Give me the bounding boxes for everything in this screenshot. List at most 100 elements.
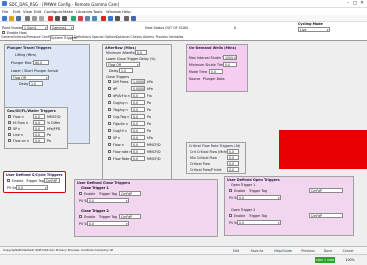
ud-open-2-pv-select[interactable]: 0.0: [237, 220, 281, 225]
af-row-7-checkbox[interactable]: [108, 122, 111, 125]
af-row-1-input[interactable]: 1.0000: [131, 79, 145, 84]
af-row-7-input[interactable]: 0.0: [131, 121, 145, 126]
gas-row-5-input[interactable]: 0.0: [33, 138, 45, 143]
plunger-max-input[interactable]: 60.0: [33, 60, 49, 65]
gas-row-4-input[interactable]: 0.0: [33, 132, 45, 137]
afterflow-delay-input[interactable]: 1.0: [119, 68, 133, 73]
menu-file[interactable]: File: [2, 9, 8, 14]
menu-view[interactable]: View: [23, 9, 32, 14]
new-icon[interactable]: [2, 16, 7, 21]
menu-edit[interactable]: Edit: [13, 9, 20, 14]
af-row-11-input[interactable]: 0.0: [131, 149, 145, 154]
ud-stop-enable-checkbox[interactable]: [7, 179, 10, 182]
refresh-icon[interactable]: [108, 16, 113, 21]
point-type-select[interactable]: Gamma1: [50, 25, 74, 30]
gas-row-5-checkbox[interactable]: [8, 139, 11, 142]
ud-close-1-pv-select[interactable]: 0.0: [87, 198, 129, 203]
af-row-10-checkbox[interactable]: [108, 143, 111, 146]
menu-tools[interactable]: Tools: [93, 9, 102, 14]
redo-icon[interactable]: [62, 16, 67, 21]
afterflow-min-input[interactable]: 0.0: [135, 50, 147, 55]
af-row-5-checkbox[interactable]: [108, 108, 111, 111]
af-row-6-input[interactable]: 0.0: [131, 114, 145, 119]
ud-stop-pv-select[interactable]: 0.0: [16, 185, 48, 190]
af-row-9-checkbox[interactable]: [108, 136, 111, 139]
ud-open-2-tag-input[interactable]: CmFdP: [309, 213, 343, 218]
af-row-12-input[interactable]: 0.0: [131, 156, 145, 161]
gas-row-3-checkbox[interactable]: [8, 127, 11, 130]
ud-close-1-tag-input[interactable]: CmFdP: [119, 191, 141, 196]
gas-row-2-checkbox[interactable]: [8, 121, 11, 124]
af-row-6-checkbox[interactable]: [108, 115, 111, 118]
stop-icon[interactable]: [101, 16, 106, 21]
close-button[interactable]: ✕: [359, 1, 365, 6]
maximize-button[interactable]: □: [352, 1, 358, 6]
af-row-12-checkbox[interactable]: [108, 157, 111, 160]
cf-row-1-input[interactable]: 0.0: [227, 149, 239, 154]
gas-row-1-checkbox[interactable]: [8, 115, 11, 118]
af-row-2-checkbox[interactable]: [108, 87, 111, 90]
ud-close-2-checkbox[interactable]: [79, 215, 82, 218]
af-row-8-input[interactable]: 0.0: [131, 128, 145, 133]
done-button[interactable]: Done: [321, 249, 335, 254]
edit-button[interactable]: Edit: [230, 249, 242, 254]
gas-row-4-checkbox[interactable]: [8, 133, 11, 136]
plunger-delay-input[interactable]: 1.0: [29, 81, 43, 86]
save-as-button[interactable]: Save As: [247, 249, 267, 254]
help-icon[interactable]: [131, 16, 136, 21]
disconnect-icon[interactable]: [78, 16, 83, 21]
gas-row-3-input[interactable]: 0.0: [33, 126, 45, 131]
af-row-4-input[interactable]: 0.0: [131, 100, 145, 105]
ud-open-1-pv-select[interactable]: 0.0: [237, 195, 281, 200]
afterflow-state-select[interactable]: Flow Off: [106, 62, 140, 67]
cf-row-2-input[interactable]: 0.0: [227, 155, 239, 160]
menu-make[interactable]: Make: [63, 9, 73, 14]
open-icon[interactable]: [9, 16, 14, 21]
af-row-1-checkbox[interactable]: [108, 80, 111, 83]
af-row-3-checkbox[interactable]: [108, 94, 111, 97]
menu-libraries[interactable]: Libraries: [76, 9, 92, 14]
previous-button[interactable]: Previous: [298, 249, 318, 254]
cut-icon[interactable]: [25, 16, 30, 21]
help-guide-button[interactable]: Help/Guide: [270, 249, 296, 254]
menu-edit2[interactable]: Edit: [34, 9, 41, 14]
af-row-10-input[interactable]: 0.0: [131, 142, 145, 147]
gas-row-1-input[interactable]: 0.0: [33, 114, 45, 119]
download-icon[interactable]: [85, 16, 90, 21]
ud-open-1-tag-input[interactable]: CmFdP: [309, 188, 343, 193]
af-row-3-input[interactable]: 0.0: [131, 93, 145, 98]
paste-icon[interactable]: [39, 16, 44, 21]
delete-icon[interactable]: [48, 16, 53, 21]
af-row-8-checkbox[interactable]: [108, 129, 111, 132]
cancel-button[interactable]: Cancel: [338, 249, 358, 254]
af-row-9-input[interactable]: 0.0: [131, 135, 145, 140]
gas-row-2-input[interactable]: 0.0: [33, 120, 45, 125]
af-row-4-checkbox[interactable]: [108, 101, 111, 104]
menu-help[interactable]: Help: [122, 9, 131, 14]
ud-close-1-checkbox[interactable]: [79, 192, 82, 195]
cf-row-3-input[interactable]: 0.0: [227, 161, 239, 166]
ondemand-state-input[interactable]: 0.0: [209, 69, 223, 74]
print-icon[interactable]: [115, 16, 120, 21]
af-row-11-checkbox[interactable]: [108, 150, 111, 153]
copy-icon[interactable]: [32, 16, 37, 21]
point-number-select[interactable]: 1 Gam1: [22, 25, 48, 30]
undo-icon[interactable]: [55, 16, 60, 21]
ud-open-2-checkbox[interactable]: [229, 214, 232, 217]
ud-close-2-pv-select[interactable]: 0.0: [87, 221, 129, 226]
minimize-button[interactable]: –: [345, 1, 351, 6]
connect-icon[interactable]: [71, 16, 76, 21]
ondemand-max-input[interactable]: 1000.0: [223, 55, 237, 60]
af-row-5-input[interactable]: 0.0: [131, 107, 145, 112]
cycling-mode-select[interactable]: Live: [298, 27, 330, 32]
af-row-2-input[interactable]: 0.0000: [131, 86, 145, 91]
ud-stop-tag-input[interactable]: CmFdP: [44, 178, 60, 183]
plunger-state-select[interactable]: Flow Off: [11, 75, 49, 80]
menu-configure[interactable]: Configure: [44, 9, 62, 14]
save-icon[interactable]: [16, 16, 21, 21]
cf-row-4-input[interactable]: 0.0: [227, 167, 239, 172]
ondemand-min-input[interactable]: 0.0: [223, 62, 237, 67]
upload-icon[interactable]: [92, 16, 97, 21]
menu-window[interactable]: Window: [106, 9, 121, 14]
ud-close-2-tag-input[interactable]: CmFdP: [119, 214, 141, 219]
